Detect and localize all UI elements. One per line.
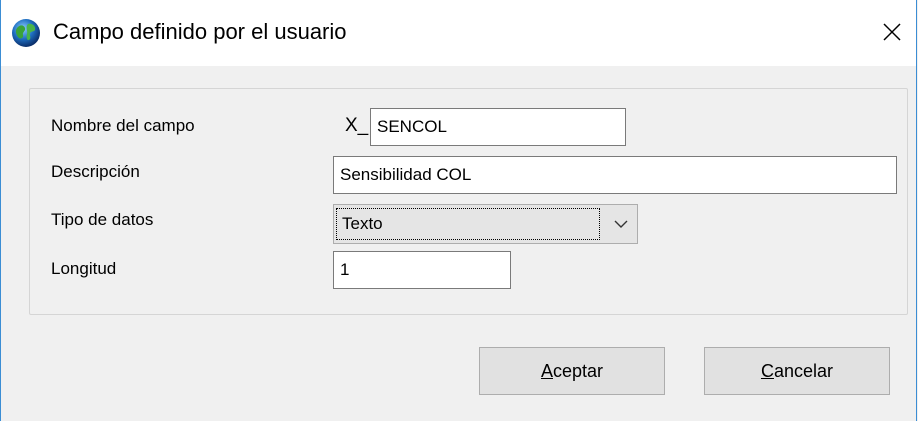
data-type-select[interactable]: Texto — [333, 204, 638, 244]
data-type-label: Tipo de datos — [51, 210, 154, 229]
accept-button-accelerator: A — [540, 360, 553, 381]
title-bar[interactable]: Campo definido por el usuario — [1, 0, 916, 66]
cancel-button[interactable]: Cancelar — [704, 347, 890, 395]
field-name-label: Nombre del campo — [51, 116, 195, 135]
accept-button[interactable]: Aceptar — [479, 347, 665, 395]
chevron-down-icon — [614, 220, 628, 228]
length-label: Longitud — [51, 259, 117, 278]
globe-icon — [12, 19, 40, 47]
field-name-prefix: X_ — [345, 115, 369, 136]
description-input[interactable]: Sensibilidad COL — [333, 156, 897, 194]
cancel-button-accelerator: C — [760, 360, 774, 381]
dialog-window: Campo definido por el usuario Nombre del… — [0, 0, 917, 421]
accept-button-label: ceptar — [552, 360, 604, 381]
close-icon[interactable] — [874, 14, 910, 50]
field-name-input[interactable]: SENCOL — [370, 108, 626, 146]
description-label: Descripción — [51, 162, 140, 181]
length-input[interactable]: 1 — [333, 251, 511, 289]
data-type-selected-value: Texto — [336, 208, 600, 240]
window-title: Campo definido por el usuario — [53, 19, 347, 44]
cancel-button-label: ancelar — [773, 360, 834, 381]
